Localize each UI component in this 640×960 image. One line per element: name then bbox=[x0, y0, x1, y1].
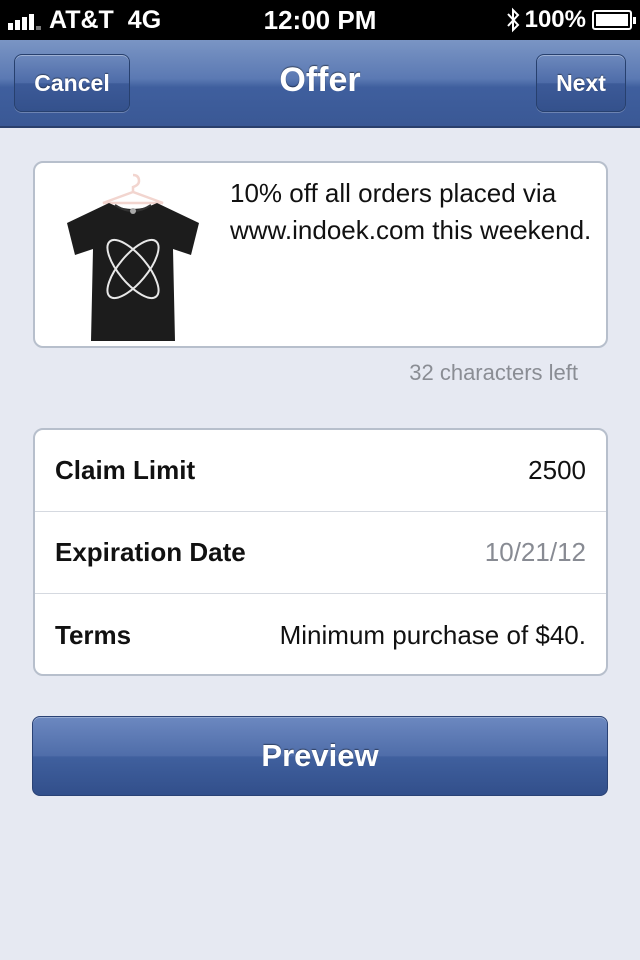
signal-strength-icon bbox=[8, 10, 43, 30]
expiration-date-label: Expiration Date bbox=[55, 537, 246, 567]
status-left: AT&T 4G bbox=[8, 0, 161, 40]
offer-description[interactable]: 10% off all orders placed via www.indoek… bbox=[230, 175, 595, 249]
cancel-button[interactable]: Cancel bbox=[14, 54, 130, 112]
preview-button[interactable]: Preview bbox=[32, 716, 608, 796]
battery-icon bbox=[592, 10, 636, 30]
bluetooth-icon bbox=[506, 7, 519, 33]
claim-limit-value: 2500 bbox=[528, 455, 586, 485]
tshirt-image bbox=[67, 173, 199, 341]
network-type: 4G bbox=[127, 5, 162, 34]
terms-row[interactable]: Terms Minimum purchase of $40. bbox=[35, 594, 606, 674]
claim-limit-row[interactable]: Claim Limit 2500 bbox=[35, 430, 606, 512]
terms-label: Terms bbox=[55, 619, 132, 650]
claim-limit-label: Claim Limit bbox=[55, 455, 196, 485]
status-bar: AT&T 4G 12:00 PM 100% bbox=[0, 0, 640, 40]
battery-fill bbox=[596, 14, 628, 26]
offer-details-table: Claim Limit 2500 Expiration Date 10/21/1… bbox=[33, 428, 608, 676]
status-right: 100% bbox=[505, 0, 636, 40]
carrier-name: AT&T bbox=[49, 5, 114, 34]
next-button[interactable]: Next bbox=[536, 54, 626, 112]
battery-percent: 100% bbox=[524, 6, 586, 33]
navigation-bar: Offer Cancel Next bbox=[0, 40, 640, 128]
expiration-date-value: 10/21/12 bbox=[484, 537, 586, 567]
expiration-date-row[interactable]: Expiration Date 10/21/12 bbox=[35, 512, 606, 594]
terms-value: Minimum purchase of $40. bbox=[279, 619, 586, 650]
characters-left-counter: 32 characters left bbox=[409, 360, 578, 385]
offer-card[interactable]: 10% off all orders placed via www.indoek… bbox=[33, 161, 608, 348]
